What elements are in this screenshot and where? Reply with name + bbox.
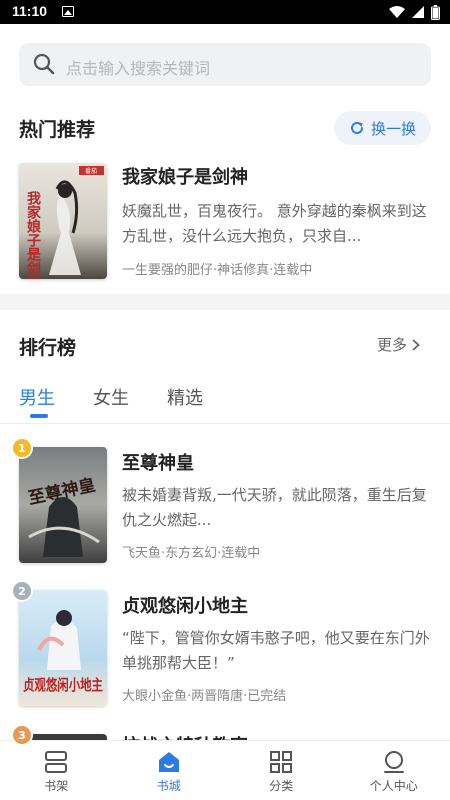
rank-badge: 3: [11, 724, 33, 746]
battery-icon: [431, 4, 440, 20]
swap-button[interactable]: 换一换: [334, 111, 431, 145]
nav-label: 书城: [156, 779, 181, 793]
refresh-icon: [351, 121, 363, 134]
ranking-section-title: 排行榜: [19, 337, 77, 359]
search-placeholder: 点击输入搜索关键词: [66, 59, 211, 78]
cover-title: 我家娘子是剑神: [25, 191, 42, 279]
status-bar: 11:10: [0, 0, 450, 24]
status-time: 11:10: [12, 3, 48, 19]
cover-art: 贞观悠闲小地主: [19, 590, 107, 706]
book-cover[interactable]: 贞观悠闲小地主: [19, 590, 107, 706]
book-meta: 一生要强的肥仔·神话修真·连载中: [122, 263, 313, 278]
rank-badge: 2: [11, 580, 33, 602]
hot-section-title: 热门推荐: [19, 119, 96, 141]
more-label: 更多: [377, 336, 408, 354]
search-icon: [33, 53, 55, 75]
nav-label: 书架: [44, 779, 69, 793]
nav-profile[interactable]: 个人中心: [338, 741, 450, 800]
book-title: 至尊神皇: [122, 453, 194, 474]
rank-badge: 1: [11, 437, 33, 459]
chevron-right-icon: [412, 338, 420, 351]
wifi-icon: [389, 6, 405, 18]
signal-icon: [412, 6, 424, 18]
swap-label: 换一换: [370, 119, 416, 138]
book-cover[interactable]: 番茄 我家娘子是剑神: [19, 163, 107, 279]
tab-featured[interactable]: 精选: [167, 384, 203, 410]
active-tab-indicator: [30, 414, 48, 418]
book-meta: 飞天鱼·东方玄幻·连载中: [122, 546, 261, 561]
cover-tag: 番茄: [85, 167, 97, 175]
cover-art: 番茄 我家娘子是剑神: [19, 163, 107, 279]
book-title: 贞观悠闲小地主: [122, 596, 248, 617]
book-cover[interactable]: 至尊神皇: [19, 447, 107, 563]
nav-bookshelf[interactable]: 书架: [0, 741, 113, 800]
system-icons: [389, 4, 440, 20]
ranking-book-row[interactable]: 2 贞观悠闲小地主 贞观悠闲小地主 “陛下，管管你女婿韦憨子吧，他又要在东门外单…: [11, 580, 431, 706]
book-meta: 大眼小金鱼·两晋隋唐·已完结: [122, 689, 287, 704]
nav-category[interactable]: 分类: [225, 741, 338, 800]
nav-label: 分类: [269, 779, 294, 793]
book-title: 抗战之特种教官: [122, 732, 248, 740]
category-grid-icon: [270, 751, 293, 773]
bookstore-icon: [158, 752, 179, 772]
profile-icon: [383, 751, 404, 773]
tab-female[interactable]: 女生: [93, 384, 129, 410]
tabs-divider: [0, 423, 450, 424]
tab-male[interactable]: 男生: [19, 384, 55, 410]
nav-bookstore[interactable]: 书城: [113, 741, 226, 800]
section-divider: [0, 294, 450, 310]
ranking-book-row[interactable]: 1 至尊神皇 至尊神皇 被未婚妻背叛,一代天骄，就此陨落，重生后复仇之火燃起..…: [11, 437, 431, 563]
book-description: 妖魔乱世，百鬼夜行。 意外穿越的秦枫来到这方乱世，没什么远大抱负，只求自...: [122, 202, 427, 245]
notification-image-icon: [62, 6, 74, 17]
bookshelf-icon: [45, 751, 68, 773]
cover-title: 贞观悠闲小地主: [23, 676, 103, 694]
search-bar[interactable]: 点击输入搜索关键词: [19, 43, 431, 86]
ranking-tabs: 男生 女生 精选: [19, 384, 203, 410]
book-description: “陛下，管管你女婿韦憨子吧，他又要在东门外单挑那帮大臣！”: [122, 629, 430, 672]
hot-book-card[interactable]: 番茄 我家娘子是剑神 我家娘子是剑神 妖魔乱世，百鬼夜行。 意外穿越的秦枫来到这…: [19, 163, 431, 279]
book-description: 被未婚妻背叛,一代天骄，就此陨落，重生后复仇之火燃起...: [122, 486, 427, 529]
book-title: 我家娘子是剑神: [122, 167, 248, 188]
nav-label: 个人中心: [369, 779, 418, 793]
bottom-nav: 书架 书城 分类 个人中心: [0, 740, 450, 800]
cover-art: 至尊神皇: [19, 447, 107, 563]
more-link[interactable]: 更多: [377, 334, 421, 355]
